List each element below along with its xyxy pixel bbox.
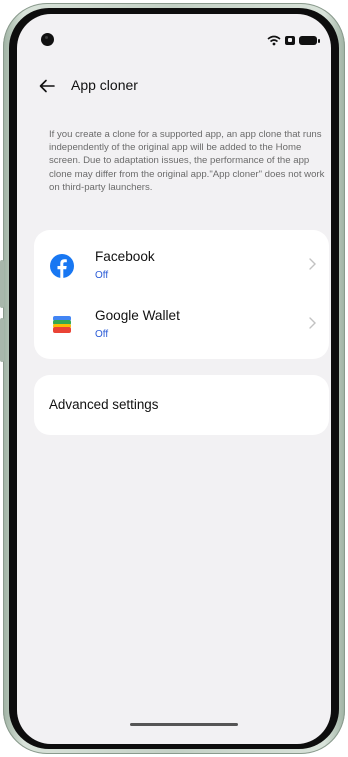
app-status: Off xyxy=(95,270,109,281)
battery-icon xyxy=(299,35,320,45)
sim-icon xyxy=(285,35,295,45)
status-icons xyxy=(267,34,320,46)
facebook-icon xyxy=(50,254,74,278)
page-title: App cloner xyxy=(71,77,138,93)
app-row-google-wallet[interactable]: Google Wallet Off xyxy=(34,296,329,352)
description-text: If you create a clone for a supported ap… xyxy=(49,129,325,193)
app-status: Off xyxy=(95,329,109,340)
google-wallet-icon xyxy=(53,316,71,333)
app-row-facebook[interactable]: Facebook Off xyxy=(34,237,329,293)
chevron-right-icon xyxy=(309,317,316,329)
arrow-left-icon xyxy=(39,79,55,93)
screen: App cloner If you create a clone for a s… xyxy=(17,14,331,744)
advanced-settings-item[interactable]: Advanced settings xyxy=(34,375,329,435)
app-name: Facebook xyxy=(95,249,155,264)
back-button[interactable] xyxy=(37,76,57,96)
power-button xyxy=(0,318,4,362)
app-name: Google Wallet xyxy=(95,308,180,323)
home-indicator[interactable] xyxy=(130,723,238,726)
chevron-right-icon xyxy=(309,258,316,270)
apps-card: Facebook Off Google Wallet Off xyxy=(34,230,329,359)
header: App cloner xyxy=(17,68,331,104)
wifi-icon xyxy=(267,35,281,45)
volume-button xyxy=(0,260,4,308)
status-bar xyxy=(17,14,331,50)
front-camera xyxy=(41,33,54,46)
advanced-settings-label: Advanced settings xyxy=(49,397,159,412)
